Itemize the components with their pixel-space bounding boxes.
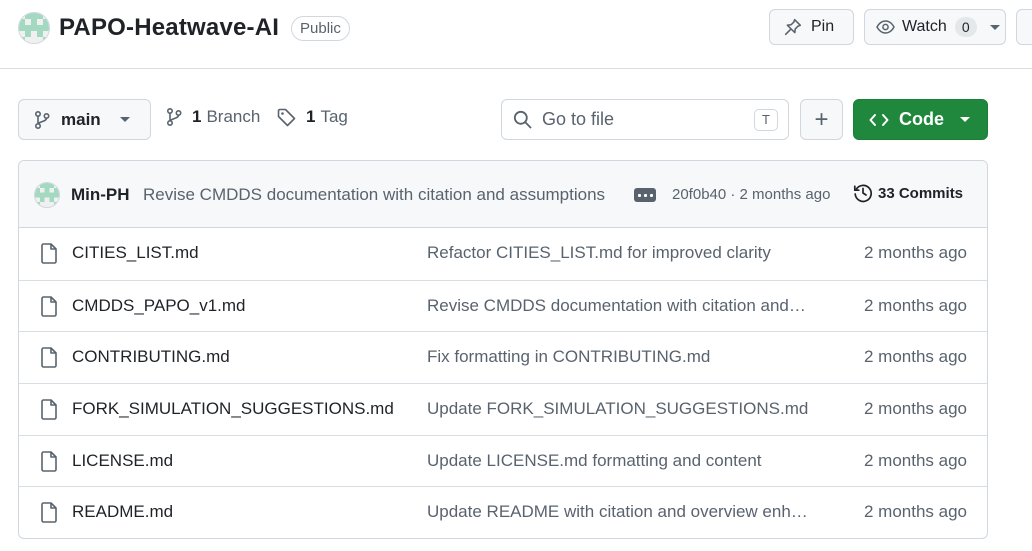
- commit-message-link[interactable]: Revise CMDDS documentation with citation…: [143, 185, 615, 205]
- search-icon: [513, 110, 532, 129]
- watch-count: 0: [954, 17, 977, 37]
- tags-count: 1: [306, 107, 316, 126]
- file-icon: [40, 450, 58, 472]
- file-row[interactable]: CONTRIBUTING.md Fix formatting in CONTRIB…: [19, 331, 987, 383]
- expand-commit-ellipsis-icon[interactable]: [634, 188, 656, 202]
- code-label: Code: [899, 109, 944, 129]
- pin-label: Pin: [811, 18, 835, 35]
- repo-name-link[interactable]: PAPO-Heatwave-AI: [59, 14, 279, 42]
- file-row[interactable]: README.md Update README with citation and…: [19, 486, 987, 538]
- file-commit-message-link[interactable]: Update LICENSE.md formatting and content: [427, 451, 809, 471]
- watch-dropdown-caret-icon: [989, 24, 1000, 30]
- file-name-link[interactable]: CITIES_LIST.md: [72, 243, 199, 263]
- commit-history-link[interactable]: 33 Commits: [853, 183, 963, 203]
- commit-hash-link[interactable]: 20f0b40 · 2 months ago: [672, 186, 830, 203]
- file-icon: [40, 243, 58, 264]
- file-icon: [40, 295, 58, 317]
- file-icon: [40, 399, 58, 420]
- owner-avatar[interactable]: [18, 12, 50, 44]
- file-name-link[interactable]: README.md: [72, 502, 173, 522]
- repo-header: PAPO-Heatwave-AI Public Pin Watch 0: [0, 0, 1032, 69]
- commits-count-label: 33 Commits: [878, 184, 964, 202]
- history-icon: [853, 184, 873, 203]
- file-browser: Min-PH Revise CMDDS documentation with c…: [18, 160, 988, 539]
- file-commit-age: 2 months ago: [863, 450, 967, 470]
- file-commit-age: 2 months ago: [863, 347, 967, 367]
- commit-author-link[interactable]: Min-PH: [71, 185, 130, 205]
- add-file-button[interactable]: +: [800, 99, 843, 140]
- tags-link[interactable]: 1 Tag: [277, 107, 348, 127]
- file-commit-message-link[interactable]: Update README with citation and overview…: [427, 502, 809, 522]
- code-dropdown-caret-icon: [960, 117, 970, 122]
- file-row[interactable]: LICENSE.md Update LICENSE.md formatting a…: [19, 434, 987, 487]
- file-commit-message-link[interactable]: Revise CMDDS documentation with citation…: [427, 296, 809, 316]
- branch-name: main: [61, 109, 101, 129]
- file-list: CITIES_LIST.md Refactor CITIES_LIST.md fo…: [19, 228, 987, 538]
- file-commit-age: 2 months ago: [863, 295, 967, 315]
- file-name-link[interactable]: LICENSE.md: [72, 451, 173, 471]
- search-shortcut-hint: T: [754, 109, 778, 131]
- git-branch-icon: [166, 107, 182, 127]
- code-icon: [869, 113, 889, 126]
- file-commit-age: 2 months ago: [863, 502, 967, 522]
- file-icon: [40, 347, 58, 369]
- branches-count: 1: [192, 107, 202, 126]
- file-name-link[interactable]: CONTRIBUTING.md: [72, 347, 230, 367]
- branches-label: Branch: [206, 107, 261, 126]
- branch-dropdown-caret-icon: [119, 117, 130, 122]
- file-row[interactable]: CITIES_LIST.md Refactor CITIES_LIST.md fo…: [19, 228, 987, 280]
- file-commit-message-link[interactable]: Fix formatting in CONTRIBUTING.md: [427, 347, 809, 367]
- tag-icon: [277, 108, 296, 126]
- commit-author-avatar[interactable]: [34, 182, 60, 208]
- go-to-file-search[interactable]: T: [501, 99, 789, 140]
- file-commit-age: 2 months ago: [863, 243, 967, 262]
- visibility-badge: Public: [291, 16, 350, 41]
- pin-button[interactable]: Pin: [769, 9, 854, 45]
- file-commit-message-link[interactable]: Refactor CITIES_LIST.md for improved cla…: [427, 243, 809, 263]
- eye-icon: [876, 20, 895, 34]
- file-name-link[interactable]: CMDDS_PAPO_v1.md: [72, 296, 246, 316]
- pin-icon: [784, 18, 802, 36]
- watch-label: Watch: [902, 18, 947, 35]
- file-icon: [40, 502, 58, 524]
- search-input[interactable]: [542, 109, 732, 130]
- file-row[interactable]: CMDDS_PAPO_v1.md Revise CMDDS documentati…: [19, 279, 987, 332]
- plus-icon: +: [814, 105, 829, 133]
- file-commit-age: 2 months ago: [863, 399, 967, 419]
- branch-selector[interactable]: main: [18, 99, 151, 140]
- file-name-link[interactable]: FORK_SIMULATION_SUGGESTIONS.md: [72, 399, 394, 419]
- git-branch-icon: [34, 110, 50, 129]
- file-commit-message-link[interactable]: Update FORK_SIMULATION_SUGGESTIONS.md: [427, 399, 809, 419]
- branches-link[interactable]: 1 Branch: [166, 107, 260, 127]
- tags-label: Tag: [320, 107, 348, 126]
- watch-button[interactable]: Watch 0: [864, 9, 1006, 45]
- file-row[interactable]: FORK_SIMULATION_SUGGESTIONS.md Update FOR…: [19, 383, 987, 435]
- latest-commit-bar: Min-PH Revise CMDDS documentation with c…: [19, 161, 987, 228]
- star-button-partial[interactable]: [1016, 9, 1032, 45]
- code-button[interactable]: Code: [853, 99, 988, 140]
